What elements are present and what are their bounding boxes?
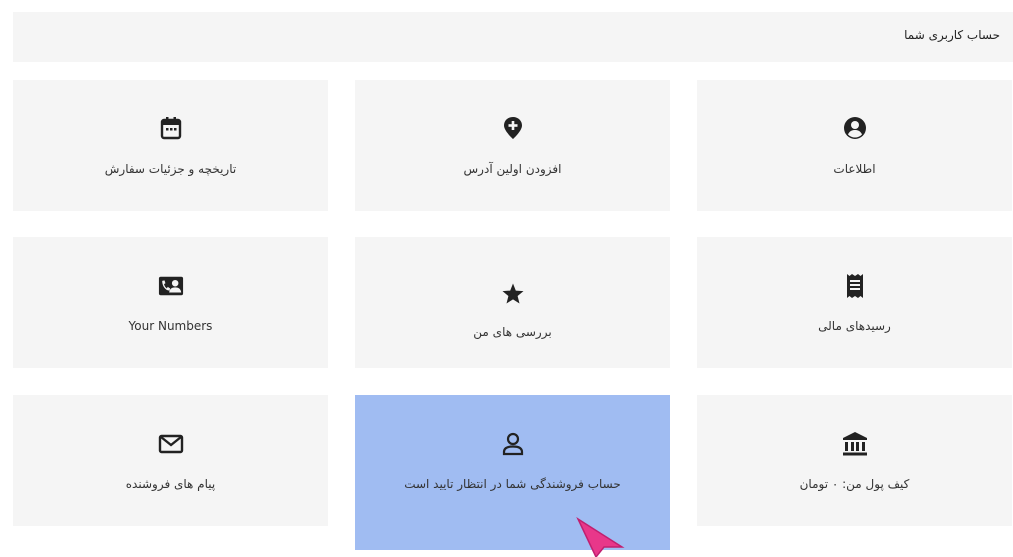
user-outline-icon [500,431,526,457]
card-label: پیام های فروشنده [125,477,216,491]
card-my-wallet[interactable]: کیف پول من: ۰ تومان [697,395,1012,526]
map-pin-plus-icon [500,115,526,141]
user-circle-icon [842,115,868,141]
card-label: اطلاعات [833,162,876,176]
card-label: بررسی های من [473,325,552,339]
contact-card-icon [158,273,184,299]
card-label: Your Numbers [128,319,213,333]
star-icon [500,281,526,307]
page-title: حساب کاربری شما [904,28,1000,42]
card-label: افزودن اولین آدرس [463,162,562,176]
envelope-icon [158,431,184,457]
bank-icon [842,431,868,457]
card-profile-info[interactable]: اطلاعات [697,80,1012,211]
account-header: حساب کاربری شما [13,12,1013,62]
card-label: کیف پول من: ۰ تومان [799,477,910,491]
calendar-icon [158,115,184,141]
card-add-address[interactable]: افزودن اولین آدرس [355,80,670,211]
card-your-numbers[interactable]: Your Numbers [13,237,328,368]
card-seller-messages[interactable]: پیام های فروشنده [13,395,328,526]
card-label: حساب فروشندگی شما در انتظار تایید است [404,477,621,491]
mouse-cursor-icon [576,517,625,557]
card-financial-receipts[interactable]: رسیدهای مالی [697,237,1012,368]
card-label: رسیدهای مالی [818,319,891,333]
card-label: تاریخچه و جزئیات سفارش [104,162,237,176]
card-order-history[interactable]: تاریخچه و جزئیات سفارش [13,80,328,211]
receipt-icon [842,273,868,299]
card-my-reviews[interactable]: بررسی های من [355,237,670,368]
